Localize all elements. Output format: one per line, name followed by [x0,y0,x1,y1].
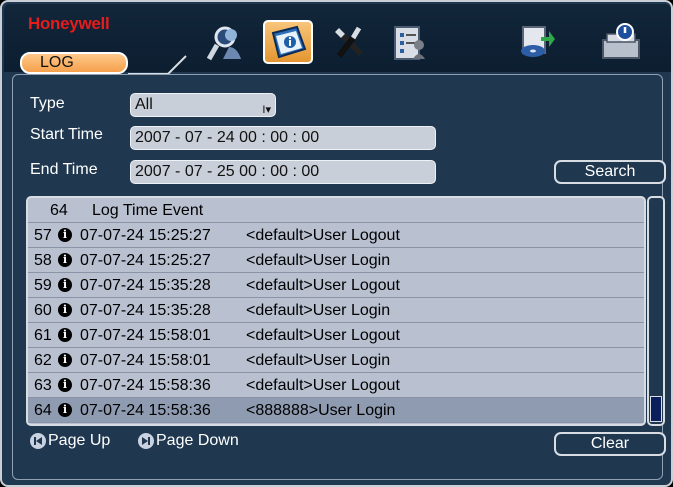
tab-log[interactable]: LOG [20,52,128,74]
log-row-time: 07-07-24 15:25:27 [80,227,211,244]
info-icon: i [58,228,72,242]
log-row-time: 07-07-24 15:58:36 [80,377,211,394]
log-row[interactable]: 64 i 07-07-24 15:58:36 <888888>User Login [28,398,644,423]
log-row-event: <default>User Login [246,352,391,369]
log-row[interactable]: 59 i 07-07-24 15:35:28 <default>User Logout [28,273,644,298]
tab-edge [128,55,187,75]
page-up-button[interactable]: Page Up [30,432,110,450]
log-row[interactable]: 63 i 07-07-24 15:58:36 <default>User Logout [28,373,644,398]
log-row[interactable]: 60 i 07-07-24 15:35:28 <default>User Login [28,298,644,323]
log-row-number: 59 [34,277,52,294]
log-row[interactable]: 62 i 07-07-24 15:58:01 <default>User Login [28,348,644,373]
log-column-header: Log Time Event [92,202,204,219]
log-window: Honeywell LOG Type All I▾ Start Time 200… [0,0,673,487]
info-icon: i [58,378,72,392]
end-time-field[interactable]: 2007 - 07 - 25 00 : 00 : 00 [130,160,436,184]
log-row-number: 63 [34,377,52,394]
log-row[interactable]: 57 i 07-07-24 15:25:27 <default>User Logout [28,223,644,248]
log-row[interactable]: 58 i 07-07-24 15:25:27 <default>User Login [28,248,644,273]
log-row-event: <default>User Logout [246,327,400,344]
log-header-row: 64 Log Time Event [28,198,644,223]
log-row-number: 60 [34,302,52,319]
log-row-event: <default>User Login [246,252,391,269]
log-row-event: <default>User Logout [246,227,400,244]
search-user-icon[interactable] [202,20,252,64]
info-icon[interactable] [263,20,313,64]
log-row-time: 07-07-24 15:58:36 [80,402,211,419]
type-label: Type [30,95,65,112]
shutdown-icon[interactable] [596,20,646,64]
page-down-icon [138,433,154,449]
log-row-time: 07-07-24 15:58:01 [80,327,211,344]
log-row-time: 07-07-24 15:35:28 [80,302,211,319]
tools-icon[interactable] [324,20,374,64]
type-select-value: All [135,96,153,113]
info-icon: i [58,328,72,342]
log-row-time: 07-07-24 15:35:28 [80,277,211,294]
start-time-field[interactable]: 2007 - 07 - 24 00 : 00 : 00 [130,126,436,150]
info-icon: i [58,403,72,417]
log-row-number: 57 [34,227,52,244]
backup-disk-icon[interactable] [510,20,560,64]
header-bar: Honeywell LOG [4,4,671,75]
search-button[interactable]: Search [554,160,666,184]
log-list: 64 Log Time Event 57 i 07-07-24 15:25:27 <d… [26,196,646,426]
log-row[interactable]: 61 i 07-07-24 15:58:01 <default>User Logout [28,323,644,348]
log-total-count: 64 [50,202,68,219]
chevron-down-icon: I▾ [262,104,271,116]
log-row-number: 61 [34,327,52,344]
page-down-button[interactable]: Page Down [138,432,239,450]
log-row-number: 58 [34,252,52,269]
log-row-event: <default>User Login [246,302,391,319]
log-row-number: 62 [34,352,52,369]
log-scrollbar[interactable] [647,196,665,426]
type-select[interactable]: All I▾ [130,93,276,117]
clear-button[interactable]: Clear [554,432,666,456]
end-time-label: End Time [30,161,98,178]
log-row-time: 07-07-24 15:25:27 [80,252,211,269]
info-icon: i [58,303,72,317]
page-up-icon [30,433,46,449]
log-row-event: <default>User Logout [246,277,400,294]
info-icon: i [58,278,72,292]
log-row-time: 07-07-24 15:58:01 [80,352,211,369]
brand-logo: Honeywell [28,14,110,33]
page-up-label: Page Up [48,432,111,449]
log-row-event: <888888>User Login [246,402,396,419]
info-icon: i [58,253,72,267]
start-time-label: Start Time [30,126,103,143]
clipboard-user-icon[interactable] [384,20,434,64]
page-down-label: Page Down [156,432,239,449]
info-icon: i [58,353,72,367]
scrollbar-thumb[interactable] [650,396,662,422]
log-row-number: 64 [34,402,52,419]
log-row-event: <default>User Logout [246,377,400,394]
